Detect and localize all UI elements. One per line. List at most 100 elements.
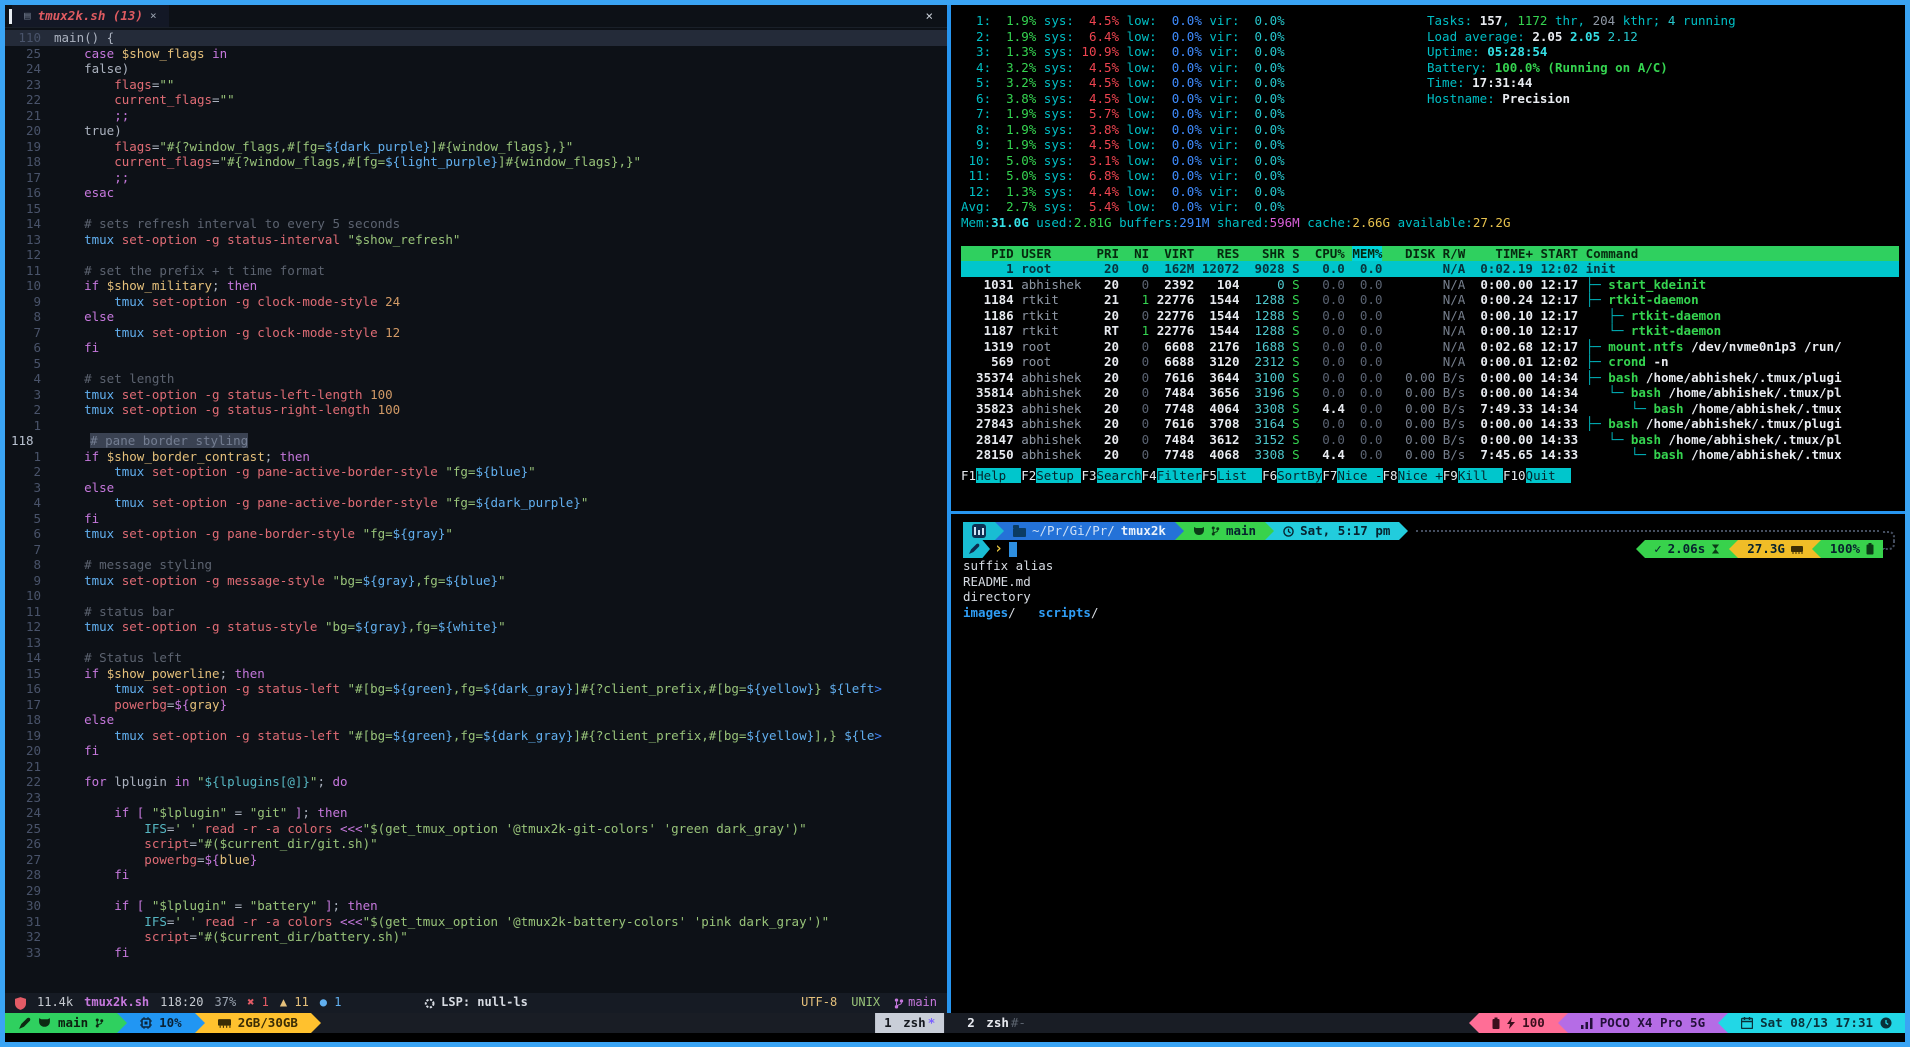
code-line[interactable]: 19 flags="#{?window_flags,#[fg=${dark_pu… bbox=[5, 139, 947, 155]
file-icon: ▤ bbox=[24, 8, 31, 24]
fkey-bar[interactable]: F1Help F2Setup F3SearchF4FilterF5List F6… bbox=[961, 468, 1899, 484]
htop-function-keys[interactable]: F1Help F2Setup F3SearchF4FilterF5List F6… bbox=[961, 468, 1899, 484]
process-table[interactable]: PID USER PRI NI VIRT RES SHR S CPU% MEM%… bbox=[961, 246, 1899, 463]
code-line[interactable]: 17 powerbg=${gray} bbox=[5, 697, 947, 713]
code-line[interactable]: 26 script="#($current_dir/git.sh)" bbox=[5, 836, 947, 852]
tab-close-icon[interactable]: × bbox=[150, 8, 157, 24]
code-line[interactable]: 16 tmux set-option -g status-left "#[bg=… bbox=[5, 681, 947, 697]
code-line[interactable]: 21 ;; bbox=[5, 108, 947, 124]
code-line[interactable]: 11 # status bar bbox=[5, 604, 947, 620]
tabbar-close-icon[interactable]: × bbox=[925, 8, 947, 24]
code-line[interactable]: 7 tmux set-option -g clock-mode-style 12 bbox=[5, 325, 947, 341]
code-line[interactable]: 31 IFS=' ' read -r -a colors <<<"$(get_t… bbox=[5, 914, 947, 930]
code-line[interactable]: 7 bbox=[5, 542, 947, 558]
code-line[interactable]: 2 tmux set-option -g pane-active-border-… bbox=[5, 464, 947, 480]
code-line[interactable]: 14 # Status left bbox=[5, 650, 947, 666]
code-line[interactable]: 14 # sets refresh interval to every 5 se… bbox=[5, 216, 947, 232]
code-line[interactable]: 23 flags="" bbox=[5, 77, 947, 93]
code-line[interactable]: 15 if $show_powerline; then bbox=[5, 666, 947, 682]
code-line[interactable]: 10 if $show_military; then bbox=[5, 278, 947, 294]
code-line[interactable]: 30 if [ "$lplugin" = "battery" ]; then bbox=[5, 898, 947, 914]
process-row[interactable]: 1186 rtkit 20 0 22776 1544 1288 S 0.0 0.… bbox=[961, 308, 1899, 324]
line-number: 18 bbox=[5, 712, 54, 728]
htop-pane[interactable]: 1: 1.9% sys: 4.5% low: 0.0% vir: 0.0% 2:… bbox=[951, 5, 1905, 511]
code-line[interactable]: 21 bbox=[5, 759, 947, 775]
code-line[interactable]: 9 tmux set-option -g message-style "bg=$… bbox=[5, 573, 947, 589]
ram-usage: 2GB/30GB bbox=[238, 1015, 298, 1031]
window-tab-1[interactable]: 1 zsh* bbox=[875, 1013, 944, 1033]
terminal-cursor[interactable] bbox=[1009, 542, 1017, 557]
code-line[interactable]: 25 case $show_flags in bbox=[5, 46, 947, 62]
rocket-icon bbox=[968, 543, 980, 555]
code-line[interactable]: 29 bbox=[5, 883, 947, 899]
code-line[interactable]: 33 fi bbox=[5, 945, 947, 961]
code-line[interactable]: 12 tmux set-option -g status-style "bg=$… bbox=[5, 619, 947, 635]
code-line[interactable]: 23 bbox=[5, 790, 947, 806]
code-line[interactable]: 13 tmux set-option -g status-interval "$… bbox=[5, 232, 947, 248]
code-line[interactable]: 1 if $show_border_contrast; then bbox=[5, 449, 947, 465]
process-row[interactable]: 1184 rtkit 21 1 22776 1544 1288 S 0.0 0.… bbox=[961, 292, 1899, 308]
code-line[interactable]: 2 tmux set-option -g status-right-length… bbox=[5, 402, 947, 418]
line-number: 21 bbox=[5, 108, 54, 124]
process-row[interactable]: 1031 abhishek 20 0 2392 104 0 S 0.0 0.0 … bbox=[961, 277, 1899, 293]
line-number: 1 bbox=[5, 449, 54, 465]
code-line[interactable]: 8 else bbox=[5, 309, 947, 325]
process-row[interactable]: 35823 abhishek 20 0 7748 4064 3308 S 4.4… bbox=[961, 401, 1899, 417]
powerline-arrow bbox=[311, 1013, 321, 1033]
code-line[interactable]: 28 fi bbox=[5, 867, 947, 883]
code-line[interactable]: 20 true) bbox=[5, 123, 947, 139]
code-line[interactable]: 6 fi bbox=[5, 340, 947, 356]
code-line[interactable]: 17 ;; bbox=[5, 170, 947, 186]
code-line[interactable]: 12 bbox=[5, 247, 947, 263]
code-line[interactable]: 25 IFS=' ' read -r -a colors <<<"$(get_t… bbox=[5, 821, 947, 837]
process-row[interactable]: 27843 abhishek 20 0 7616 3708 3164 S 0.0… bbox=[961, 416, 1899, 432]
code-line[interactable]: 24 if [ "$lplugin" = "git" ]; then bbox=[5, 805, 947, 821]
code-line[interactable]: 32 script="#($current_dir/battery.sh)" bbox=[5, 929, 947, 945]
code-line[interactable]: 11 # set the prefix + t time format bbox=[5, 263, 947, 279]
code-line[interactable]: 1 bbox=[5, 418, 947, 434]
code-line[interactable]: 5 fi bbox=[5, 511, 947, 527]
code-line[interactable]: 8 # message styling bbox=[5, 557, 947, 573]
code-line[interactable]: 16 esac bbox=[5, 185, 947, 201]
editor-pane[interactable]: ▤ tmux2k.sh (13) × × 110main() { 25 case… bbox=[5, 5, 947, 1013]
process-row[interactable]: PID USER PRI NI VIRT RES SHR S CPU% MEM%… bbox=[961, 246, 1899, 262]
process-row[interactable]: 569 root 20 0 6688 3120 2312 S 0.0 0.0 N… bbox=[961, 354, 1899, 370]
code-line[interactable]: 27 powerbg=${blue} bbox=[5, 852, 947, 868]
code-line[interactable]: 9 tmux set-option -g clock-mode-style 24 bbox=[5, 294, 947, 310]
line-number: 20 bbox=[5, 123, 54, 139]
shell-pane[interactable]: ~/Pr/Gi/Pr/tmux2k main Sat, 5:17 pm bbox=[951, 514, 1905, 1013]
process-row[interactable]: 35374 abhishek 20 0 7616 3644 3100 S 0.0… bbox=[961, 370, 1899, 386]
code-line[interactable]: 4 tmux set-option -g pane-active-border-… bbox=[5, 495, 947, 511]
window-tab-2[interactable]: 2 zsh#- bbox=[958, 1013, 1035, 1033]
code-line[interactable]: 18 current_flags="#{?window_flags,#[fg=$… bbox=[5, 154, 947, 170]
line-number: 2 bbox=[5, 464, 54, 480]
code-line[interactable]: 20 fi bbox=[5, 743, 947, 759]
code-line[interactable]: 22 for lplugin in "${lplugins[@]}"; do bbox=[5, 774, 947, 790]
prompt-line-2[interactable]: › ✓ 2.06s 27.3G bbox=[963, 540, 1895, 558]
code-line[interactable]: 10 bbox=[5, 588, 947, 604]
process-row[interactable]: 1 root 20 0 162M 12072 9028 S 0.0 0.0 N/… bbox=[961, 261, 1899, 277]
process-row[interactable]: 28147 abhishek 20 0 7484 3612 3152 S 0.0… bbox=[961, 432, 1899, 448]
code-line[interactable]: 24 false) bbox=[5, 61, 947, 77]
code-line[interactable]: 110main() { bbox=[5, 30, 947, 46]
process-row[interactable]: 35814 abhishek 20 0 7484 3656 3196 S 0.0… bbox=[961, 385, 1899, 401]
editor-tab[interactable]: ▤ tmux2k.sh (13) × bbox=[12, 5, 169, 27]
code-line[interactable]: 3 tmux set-option -g status-left-length … bbox=[5, 387, 947, 403]
code-line[interactable]: 6 tmux set-option -g pane-border-style "… bbox=[5, 526, 947, 542]
code-buffer[interactable]: 110main() { 25 case $show_flags in 24 fa… bbox=[5, 28, 947, 993]
code-line[interactable]: 3 else bbox=[5, 480, 947, 496]
code-line[interactable]: 18 else bbox=[5, 712, 947, 728]
code-line[interactable]: 19 tmux set-option -g status-left "#[bg=… bbox=[5, 728, 947, 744]
code-line[interactable]: 13 bbox=[5, 635, 947, 651]
line-number: 30 bbox=[5, 898, 54, 914]
process-row[interactable]: 1319 root 20 0 6608 2176 1688 S 0.0 0.0 … bbox=[961, 339, 1899, 355]
code-line[interactable]: 15 bbox=[5, 201, 947, 217]
code-line[interactable]: 118 # pane border styling bbox=[5, 433, 947, 449]
process-row[interactable]: 1187 rtkit RT 1 22776 1544 1288 S 0.0 0.… bbox=[961, 323, 1899, 339]
code-line[interactable]: 4 # set length bbox=[5, 371, 947, 387]
battery-percent: 100 bbox=[1522, 1015, 1545, 1031]
code-line[interactable]: 22 current_flags="" bbox=[5, 92, 947, 108]
code-line[interactable]: 5 bbox=[5, 356, 947, 372]
session-segment[interactable]: main bbox=[5, 1013, 117, 1033]
process-row[interactable]: 28150 abhishek 20 0 7748 4068 3308 S 4.4… bbox=[961, 447, 1899, 463]
